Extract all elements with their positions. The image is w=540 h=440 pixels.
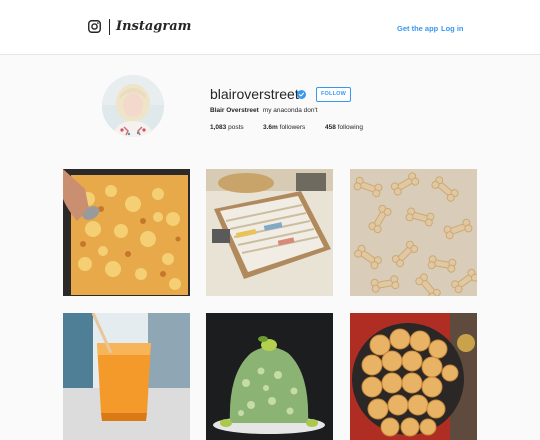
followers-count: 3.6m [263, 124, 278, 131]
follow-button[interactable]: FOLLOW [316, 87, 351, 102]
profile-avatar[interactable] [102, 75, 164, 137]
posts-count: 1,083 [210, 124, 227, 131]
following-label: following [337, 124, 363, 131]
post-thumbnail[interactable] [350, 169, 477, 296]
verified-badge-icon [297, 90, 306, 99]
posts-count-stat: 1,083 posts [210, 124, 244, 131]
post-thumbnail[interactable] [206, 169, 333, 296]
log-in-link[interactable]: Log in [441, 24, 464, 33]
instagram-camera-icon[interactable] [88, 20, 101, 33]
profile-bio: Blair Overstreet my anaconda don't [210, 107, 318, 114]
post-thumbnail[interactable] [206, 313, 333, 440]
instagram-wordmark[interactable]: Instagram [116, 19, 191, 34]
profile-username: blairoverstreet [210, 86, 299, 102]
profile-bio-text: my anaconda don't [262, 107, 318, 114]
followers-label: followers [279, 124, 306, 131]
following-count-stat[interactable]: 458 following [325, 124, 363, 131]
post-thumbnail[interactable] [63, 169, 190, 296]
get-the-app-link[interactable]: Get the app [397, 24, 438, 33]
logo-divider [109, 19, 110, 35]
following-count: 458 [325, 124, 336, 131]
post-thumbnail[interactable] [63, 313, 190, 440]
profile-display-name: Blair Overstreet [210, 107, 259, 114]
posts-label: posts [228, 124, 244, 131]
top-nav-bar: Instagram Get the app Log in [0, 0, 540, 55]
followers-count-stat[interactable]: 3.6m followers [263, 124, 305, 131]
post-thumbnail[interactable] [350, 313, 477, 440]
